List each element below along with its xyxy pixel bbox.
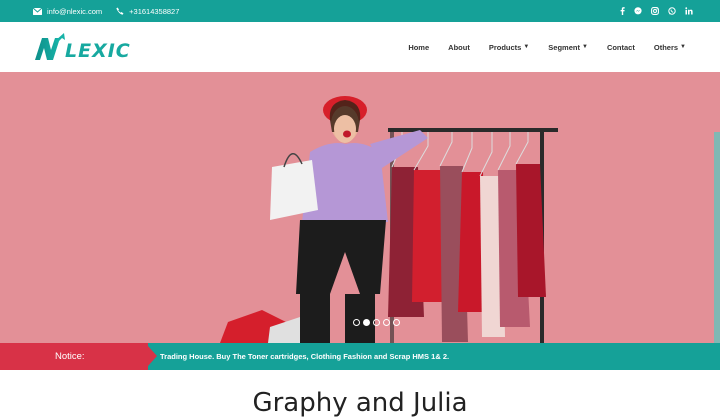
main-nav: Home About Products ▼ Segment ▼ Contact Ot… [389,22,686,72]
nav-contact[interactable]: Contact [607,43,635,52]
chevron-down-icon: ▼ [581,44,588,50]
slider-dot[interactable] [393,319,400,326]
facebook-icon[interactable] [620,7,625,15]
nav-products[interactable]: Products ▼ [489,43,529,52]
brand-logo[interactable]: LEXIC [33,32,145,64]
envelope-icon [33,7,42,15]
email-text[interactable]: info@nlexic.com [47,7,102,16]
phone-text[interactable]: +31614358827 [129,7,179,16]
notice-text[interactable]: Trading House. Buy The Toner cartridges,… [160,343,449,370]
nav-about[interactable]: About [448,43,470,52]
nav-home-label[interactable]: Home [408,43,429,52]
notice-bar: Notice: Trading House. Buy The Toner car… [0,343,720,370]
logo-wordmark: LEXIC [65,40,131,62]
phone-icon [116,7,124,15]
slider-dots [353,319,403,326]
nav-home[interactable]: Home [408,43,429,52]
nav-others[interactable]: Others ▼ [654,43,686,52]
nav-contact-label[interactable]: Contact [607,43,635,52]
notice-label: Notice: [0,343,148,370]
top-bar: info@nlexic.com +31614358827 [0,0,720,22]
contact-info: info@nlexic.com +31614358827 [33,0,193,22]
nav-segment[interactable]: Segment ▼ [548,43,588,52]
slider-dot[interactable] [383,319,390,326]
chevron-down-icon: ▼ [523,44,530,50]
nav-others-label[interactable]: Others [654,43,678,52]
nav-about-label[interactable]: About [448,43,470,52]
slider-dot[interactable] [373,319,380,326]
whatsapp-icon[interactable] [668,7,676,15]
linkedin-icon[interactable] [685,7,693,15]
notice-arrow [148,346,157,366]
nav-segment-label[interactable]: Segment [548,43,580,52]
slider-dot-active[interactable] [363,319,370,326]
chevron-down-icon: ▼ [680,44,686,50]
social-links [611,0,693,22]
messenger-icon[interactable] [634,7,642,15]
phone-contact[interactable]: +31614358827 [116,7,179,16]
slider-dot[interactable] [353,319,360,326]
section-title: Graphy and Julia [252,388,468,418]
instagram-icon[interactable] [651,7,659,15]
email-contact[interactable]: info@nlexic.com [33,7,102,16]
site-header: LEXIC Home About Products ▼ Segment ▼ Cont… [0,22,720,72]
hero-image [0,72,720,343]
nav-products-label[interactable]: Products [489,43,522,52]
hero-slider[interactable] [0,72,720,343]
